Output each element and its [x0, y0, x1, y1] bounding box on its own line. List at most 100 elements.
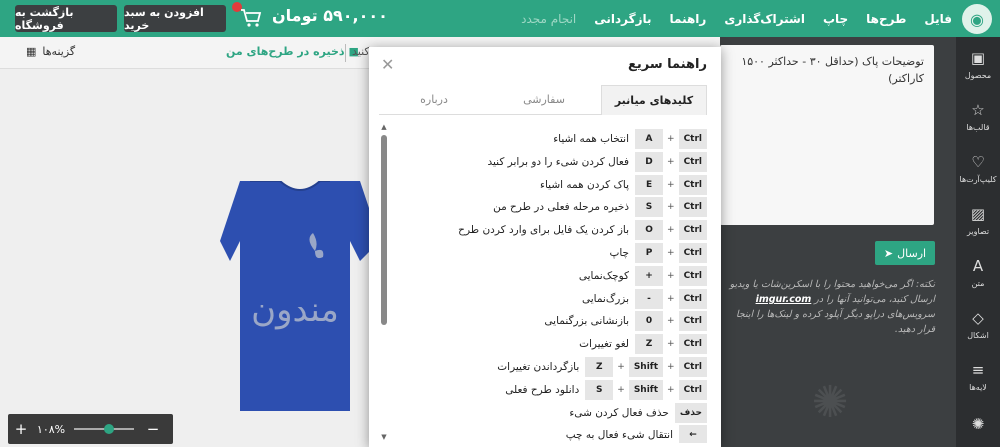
zoom-in-button[interactable]: + [8, 420, 34, 438]
shortcut-row: Ctrl + O باز کردن یک فایل برای وارد کردن طر… [458, 220, 707, 241]
tools-sidebar: ▣ محصول ☆ قالب‌ها ♡ کلیپ‌آرت‌ها ▨ تصاویر A متن ◇ اش… [956, 37, 1000, 447]
tshirt-product[interactable]: مندون [220, 180, 380, 411]
shortcut-row: Ctrl + E پاک کردن همه اشیاء [540, 174, 707, 195]
description-textarea[interactable]: توضیحات پاک (حداقل ۳۰ - حداکثر ۱۵۰۰ کارا… [720, 45, 934, 225]
nav-redo[interactable]: انجام مجدد [521, 12, 576, 26]
imgur-link[interactable]: imgur.com [756, 294, 812, 305]
star-icon: ☆ [971, 101, 985, 119]
dialog-tabs: کلیدهای میانبر سفارشی درباره [379, 85, 707, 115]
sidebar-bug-icon[interactable]: ✺ [956, 407, 1000, 447]
nav-file[interactable]: فایل [924, 12, 952, 26]
logo-icon[interactable]: ◉ [962, 4, 992, 34]
key-cap: Z [585, 357, 614, 377]
plus-sign: + [667, 225, 675, 236]
key-cap: 0 [635, 311, 664, 332]
key-cap: Ctrl [678, 129, 707, 149]
sidebar-item-label: تصاویر [966, 227, 990, 236]
plus-sign: + [667, 202, 675, 213]
nav-print[interactable]: چاپ [823, 12, 848, 26]
dialog-title: راهنما سریع [627, 57, 707, 72]
tab-custom[interactable]: سفارشی [491, 85, 597, 115]
shortcut-description: بازگرداندن تغییرات [497, 361, 580, 373]
key-cap: حذف [674, 402, 707, 423]
sidebar-item-star[interactable]: ☆ قالب‌ها [956, 93, 1000, 143]
heart-icon: ♡ [971, 153, 985, 171]
save-in-designs-button[interactable]: ■ ذخیره در طرح‌های من [226, 45, 359, 58]
key-cap: - [635, 288, 664, 309]
design-canvas[interactable]: مندون [0, 69, 380, 447]
shortcut-description: فعال کردن شیء را دو برابر کنید [487, 155, 630, 168]
shortcut-list: ▲ ▼ Ctrl + A انتخاب همه اشیاء Ctrl + D فعال کرد… [379, 123, 707, 443]
key-cap: Shift [628, 357, 664, 377]
cart-icon[interactable] [240, 8, 262, 28]
shortcut-description: بزرگ‌نمایی [581, 292, 630, 305]
sidebar-item-shirt[interactable]: ▣ محصول [956, 41, 1000, 91]
options-button[interactable]: گزینه‌ها ▦ [26, 45, 75, 58]
design-text[interactable]: مندون [251, 290, 339, 330]
scrollbar-thumb[interactable] [381, 135, 387, 325]
shortcut-description: باز کردن یک فایل برای وارد کردن طرح [458, 224, 630, 237]
note-part-2: سرویس‌های دراپو دیگر آپلود کرده و لینک‌ه… [736, 309, 935, 335]
close-icon[interactable]: ✕ [381, 55, 394, 74]
plus-sign: + [667, 316, 675, 327]
zoom-slider-thumb[interactable] [104, 424, 114, 434]
tab-about[interactable]: درباره [381, 85, 487, 115]
sidebar-item-label: قالب‌ها [966, 123, 990, 132]
key-cap: P [635, 243, 664, 263]
plus-sign: + [667, 339, 675, 350]
bug-icon: ✺ [811, 377, 849, 428]
key-cap: Shift [628, 379, 664, 400]
sidebar-item-text[interactable]: A متن [956, 249, 1000, 299]
scrollbar[interactable]: ▲ ▼ [379, 123, 389, 443]
shortcut-description: بازنشانی بزرگنمایی [544, 315, 630, 328]
key-cap: Ctrl [678, 151, 707, 172]
tab-shortcuts[interactable]: کلیدهای میانبر [601, 85, 707, 115]
zoom-slider[interactable] [74, 424, 134, 434]
nav-undo[interactable]: بازگردانی [594, 12, 651, 26]
send-button[interactable]: ➤ ارسال [875, 241, 935, 265]
shortcut-row: Ctrl + Z لغو تغییرات [579, 334, 707, 355]
image-icon: ▨ [970, 205, 986, 223]
send-icon: ➤ [883, 246, 894, 260]
nav-help[interactable]: راهنما [670, 12, 707, 26]
sidebar-item-heart[interactable]: ♡ کلیپ‌آرت‌ها [956, 145, 1000, 195]
key-cap: S [585, 379, 614, 400]
plus-sign: + [667, 384, 675, 395]
sidebar-item-label: لایه‌ها [969, 383, 987, 392]
shortcut-row: Ctrl + A انتخاب همه اشیاء [553, 129, 707, 149]
shortcut-description: کوچک‌نمایی [578, 269, 630, 282]
toolbar-partial-text: کنید [352, 45, 370, 58]
sidebar-item-label: اشکال [967, 331, 989, 340]
zoom-out-button[interactable]: − [140, 420, 166, 438]
key-cap: Ctrl [678, 357, 707, 377]
shortcut-row: Ctrl + - بزرگ‌نمایی [581, 288, 707, 309]
nav-share[interactable]: اشتراک‌گذاری [724, 12, 805, 26]
feedback-panel: توضیحات پاک (حداقل ۳۰ - حداکثر ۱۵۰۰ کارا… [720, 37, 956, 447]
nav-designs[interactable]: طرح‌ها [866, 12, 906, 26]
key-cap: Ctrl [678, 334, 707, 355]
shortcut-description: پاک کردن همه اشیاء [540, 178, 630, 191]
zoom-value: ۱۰۸% [36, 422, 66, 436]
shortcut-row: Ctrl + Shift + Z بازگرداندن تغییرات [497, 357, 707, 377]
scroll-up-icon[interactable]: ▲ [379, 123, 389, 133]
shortcut-row: Ctrl + Shift + S دانلود طرح فعلی [505, 379, 707, 400]
shortcut-description: ذخیره مرحله فعلی در طرح من [493, 201, 630, 214]
back-to-store-button[interactable]: بازگشت به فروشگاه [15, 5, 117, 32]
key-cap: Ctrl [678, 197, 707, 218]
shortcut-row: Ctrl +0 بازنشانی بزرگنمایی [544, 311, 707, 332]
shortcut-description: انتخاب همه اشیاء [553, 133, 630, 145]
key-cap: Ctrl [678, 288, 707, 309]
plus-sign: + [667, 248, 675, 258]
sidebar-item-diamond[interactable]: ◇ اشکال [956, 301, 1000, 351]
scroll-down-icon[interactable]: ▼ [379, 433, 389, 443]
sidebar-item-layers[interactable]: ≡ لایه‌ها [956, 353, 1000, 403]
add-to-cart-button[interactable]: افزودن به سبد خرید [124, 5, 226, 32]
key-cap: Ctrl [678, 311, 707, 332]
key-cap: O [635, 220, 664, 241]
key-cap: D [635, 151, 664, 172]
sidebar-item-image[interactable]: ▨ تصاویر [956, 197, 1000, 247]
sidebar-item-label: متن [971, 279, 985, 288]
key-cap: Ctrl [678, 379, 707, 400]
main-nav: فایل طرح‌ها چاپ اشتراک‌گذاری راهنما بازگ… [521, 0, 952, 37]
toolbar-divider [345, 44, 346, 62]
